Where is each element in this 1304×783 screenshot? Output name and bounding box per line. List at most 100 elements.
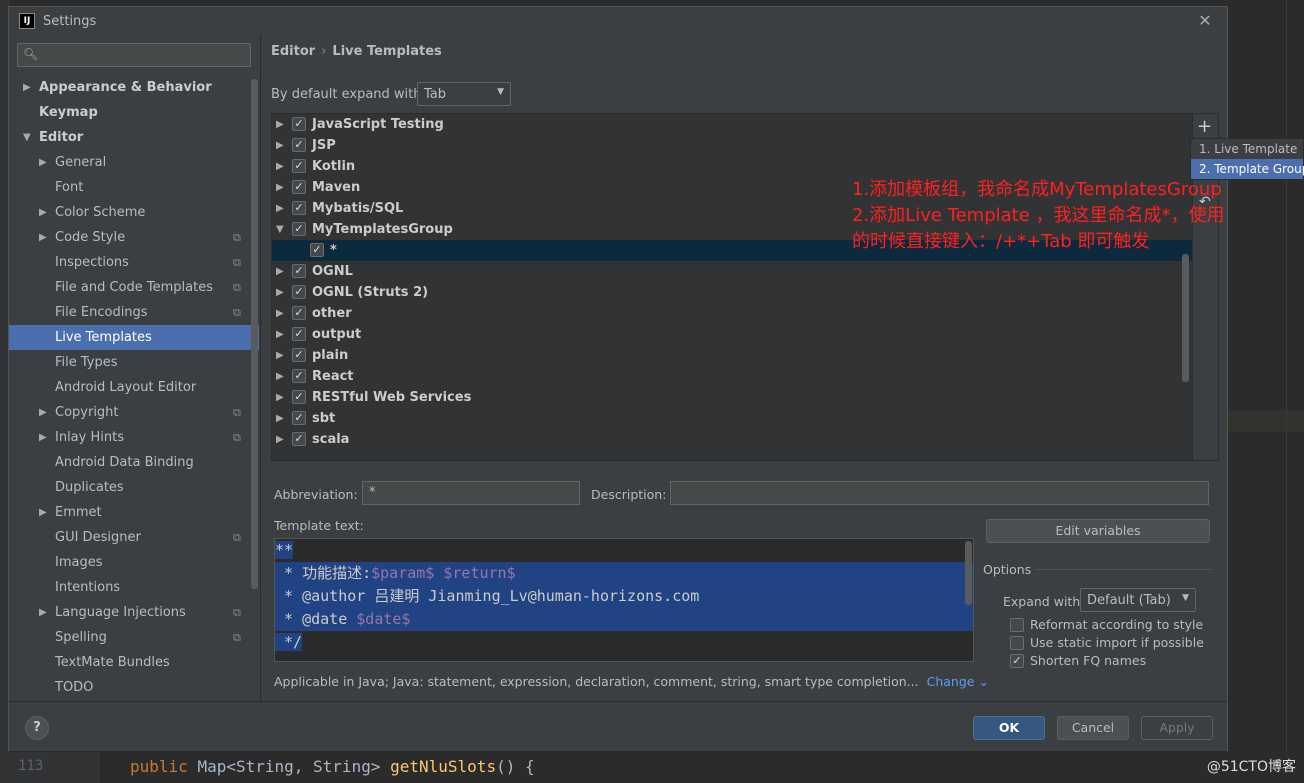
chevron-right-icon[interactable]: ▶ (276, 324, 284, 345)
chevron-right-icon[interactable]: ▶ (276, 156, 284, 177)
template-row[interactable]: ▶ ✓ other (272, 303, 1218, 324)
template-row[interactable]: ▶ ✓ OGNL (272, 261, 1218, 282)
chevron-right-icon[interactable]: ▶ (276, 366, 284, 387)
abbreviation-field[interactable]: * (362, 481, 580, 505)
chevron-right-icon[interactable]: ▶ (276, 177, 284, 198)
close-icon[interactable]: ✕ (1195, 11, 1215, 31)
chevron-right-icon[interactable]: ▶ (39, 200, 47, 225)
sidebar-item-emmet[interactable]: ▶ Emmet (9, 500, 259, 525)
chevron-right-icon[interactable]: ▶ (276, 114, 284, 135)
chevron-right-icon[interactable]: ▶ (276, 429, 284, 450)
chevron-right-icon[interactable]: ▶ (23, 75, 31, 100)
sidebar-item-live-templates[interactable]: Live Templates (9, 325, 259, 350)
chevron-right-icon[interactable]: ▶ (276, 387, 284, 408)
sidebar-item-language-injections[interactable]: ▶ Language Injections ⧉ (9, 600, 259, 625)
template-row[interactable]: ▶ ✓ scala (272, 429, 1218, 450)
template-text-scrollbar[interactable] (965, 541, 972, 605)
chevron-right-icon[interactable]: ▶ (39, 425, 47, 450)
template-checkbox[interactable]: ✓ (292, 327, 306, 341)
option-checkbox[interactable]: ✓ (1010, 654, 1024, 668)
sidebar-item-textmate-bundles[interactable]: TextMate Bundles (9, 650, 259, 675)
chevron-right-icon[interactable]: ▶ (39, 600, 47, 625)
template-row[interactable]: ▶ ✓ JavaScript Testing (272, 114, 1218, 135)
template-checkbox[interactable]: ✓ (292, 390, 306, 404)
sidebar-item-todo[interactable]: TODO (9, 675, 259, 700)
sidebar-item-android-layout-editor[interactable]: Android Layout Editor (9, 375, 259, 400)
template-checkbox[interactable]: ✓ (292, 369, 306, 383)
template-checkbox[interactable]: ✓ (292, 138, 306, 152)
chevron-right-icon[interactable]: ▶ (276, 345, 284, 366)
template-row[interactable]: ▶ ✓ Kotlin (272, 156, 1218, 177)
chevron-right-icon[interactable]: ▶ (276, 282, 284, 303)
sidebar-item-inspections[interactable]: Inspections ⧉ (9, 250, 259, 275)
template-checkbox[interactable]: ✓ (292, 159, 306, 173)
chevron-right-icon[interactable]: ▶ (39, 400, 47, 425)
breadcrumb-parent[interactable]: Editor (271, 44, 315, 59)
sidebar-item-font[interactable]: Font (9, 175, 259, 200)
template-checkbox[interactable]: ✓ (292, 222, 306, 236)
sidebar-item-inlay-hints[interactable]: ▶ Inlay Hints ⧉ (9, 425, 259, 450)
sidebar-item-intentions[interactable]: Intentions (9, 575, 259, 600)
template-row[interactable]: ▶ ✓ OGNL (Struts 2) (272, 282, 1218, 303)
sidebar-item-editor[interactable]: ▼ Editor (9, 125, 259, 150)
chevron-right-icon[interactable]: ▶ (276, 261, 284, 282)
add-icon[interactable]: + (1197, 116, 1212, 137)
sidebar-item-file-types[interactable]: File Types (9, 350, 259, 375)
ok-button[interactable]: OK (973, 716, 1045, 740)
sidebar-item-images[interactable]: Images (9, 550, 259, 575)
template-checkbox[interactable]: ✓ (292, 117, 306, 131)
sidebar-item-keymap[interactable]: Keymap (9, 100, 259, 125)
template-checkbox[interactable]: ✓ (292, 201, 306, 215)
search-input[interactable]: 🔍︎ (17, 43, 251, 67)
template-row[interactable]: ▶ ✓ React (272, 366, 1218, 387)
cancel-button[interactable]: Cancel (1057, 716, 1129, 740)
template-checkbox[interactable]: ✓ (292, 432, 306, 446)
chevron-right-icon[interactable]: ▶ (276, 198, 284, 219)
edit-variables-button[interactable]: Edit variables (986, 519, 1210, 543)
expand-with-select[interactable]: Default (Tab) ▼ (1080, 588, 1196, 612)
description-field[interactable] (670, 481, 1209, 505)
chevron-right-icon[interactable]: ▶ (39, 150, 47, 175)
help-button[interactable]: ? (25, 716, 49, 740)
sidebar-item-duplicates[interactable]: Duplicates (9, 475, 259, 500)
sidebar-item-color-scheme[interactable]: ▶ Color Scheme (9, 200, 259, 225)
option-checkbox[interactable] (1010, 618, 1024, 632)
change-link[interactable]: Change ⌄ (927, 674, 989, 689)
template-text-editor[interactable]: ** * 功能描述:$param$ $return$ * @author 吕建明… (274, 538, 974, 662)
template-checkbox[interactable]: ✓ (292, 264, 306, 278)
sidebar-item-file-encodings[interactable]: File Encodings ⧉ (9, 300, 259, 325)
sidebar-item-spelling[interactable]: Spelling ⧉ (9, 625, 259, 650)
template-checkbox[interactable]: ✓ (292, 306, 306, 320)
template-row[interactable]: ▶ ✓ output (272, 324, 1218, 345)
sidebar-item-gui-designer[interactable]: GUI Designer ⧉ (9, 525, 259, 550)
add-popup-item[interactable]: 2. Template Group (1191, 159, 1304, 179)
chevron-right-icon[interactable]: ▶ (39, 500, 47, 525)
template-row[interactable]: ▶ ✓ plain (272, 345, 1218, 366)
chevron-right-icon[interactable]: ▶ (276, 135, 284, 156)
template-row[interactable]: ▶ ✓ RESTful Web Services (272, 387, 1218, 408)
add-popup-item[interactable]: 1. Live Template (1191, 139, 1303, 159)
apply-button[interactable]: Apply (1141, 716, 1213, 740)
chevron-down-icon[interactable]: ▼ (276, 219, 284, 240)
chevron-right-icon[interactable]: ▶ (276, 303, 284, 324)
sidebar-item-copyright[interactable]: ▶ Copyright ⧉ (9, 400, 259, 425)
sidebar-item-code-style[interactable]: ▶ Code Style ⧉ (9, 225, 259, 250)
template-checkbox[interactable]: ✓ (292, 285, 306, 299)
chevron-right-icon[interactable]: ▶ (39, 225, 47, 250)
template-row[interactable]: ▶ ✓ JSP (272, 135, 1218, 156)
template-row[interactable]: ▶ ✓ sbt (272, 408, 1218, 429)
sidebar-item-android-data-binding[interactable]: Android Data Binding (9, 450, 259, 475)
template-checkbox[interactable]: ✓ (292, 411, 306, 425)
default-expand-select[interactable]: Tab ▼ (417, 82, 511, 106)
sidebar-item-appearance-behavior[interactable]: ▶ Appearance & Behavior (9, 75, 259, 100)
template-checkbox[interactable]: ✓ (310, 243, 324, 257)
option-checkbox[interactable] (1010, 636, 1024, 650)
chevron-right-icon[interactable]: ▶ (276, 408, 284, 429)
templates-scrollbar[interactable] (1182, 254, 1189, 382)
sidebar-scrollbar[interactable] (251, 79, 258, 589)
chevron-down-icon[interactable]: ▼ (23, 125, 31, 150)
sidebar-item-file-and-code-templates[interactable]: File and Code Templates ⧉ (9, 275, 259, 300)
template-checkbox[interactable]: ✓ (292, 180, 306, 194)
sidebar-item-general[interactable]: ▶ General (9, 150, 259, 175)
template-checkbox[interactable]: ✓ (292, 348, 306, 362)
